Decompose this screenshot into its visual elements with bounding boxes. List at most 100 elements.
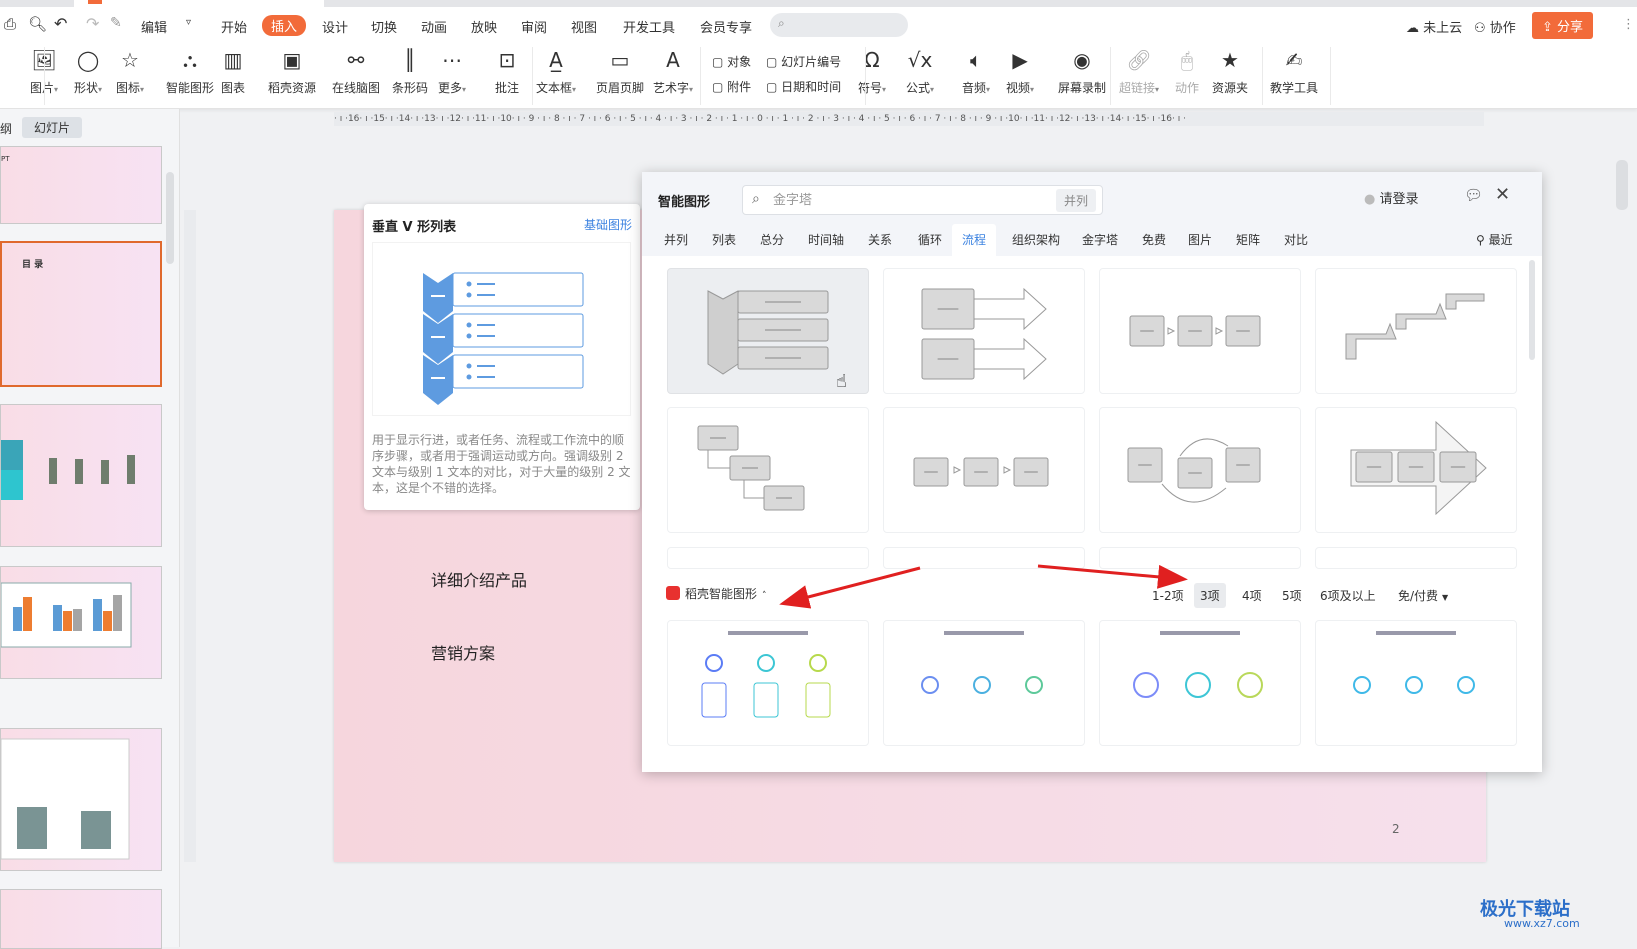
item-count-filter[interactable]: 4项 — [1236, 583, 1268, 608]
item-count-filter[interactable]: 3项 — [1194, 583, 1226, 608]
smartart-search[interactable]: ⌕ 并列 — [742, 185, 1103, 215]
smartart-tab[interactable]: 关系 — [858, 224, 902, 256]
share-button[interactable]: ⇪ 分享 — [1532, 12, 1594, 39]
slide-text-product[interactable]: 详细介绍产品 — [431, 567, 527, 591]
customize-chevron-icon[interactable]: ▿ — [186, 17, 191, 28]
menu-review[interactable]: 审阅 — [521, 17, 547, 36]
formula-button[interactable]: √x 公式▾ — [906, 47, 934, 96]
mindmap-button[interactable]: ⚯ 在线脑图 — [332, 47, 380, 96]
smartart-template-card[interactable] — [1315, 268, 1517, 394]
menu-transition[interactable]: 切换 — [371, 17, 397, 36]
header-footer-button[interactable]: ▭ 页眉页脚 — [596, 47, 644, 96]
editor-scrollbar[interactable] — [1616, 160, 1628, 210]
command-search[interactable]: ⌕ — [770, 13, 908, 37]
shape-button[interactable]: ◯ 形状▾ — [74, 47, 102, 96]
icon-button[interactable]: ☆ 图标▾ — [116, 47, 144, 96]
item-count-filter[interactable]: 6项及以上 — [1314, 583, 1382, 608]
docer-smartart-toggle[interactable]: 稻壳智能图形 ˄ — [666, 585, 767, 602]
smartart-tab[interactable]: 免费 — [1132, 224, 1176, 256]
item-count-filter[interactable]: 5项 — [1276, 583, 1308, 608]
docer-template-card[interactable] — [1315, 620, 1517, 746]
item-count-filter[interactable]: 1-2项 — [1146, 583, 1190, 608]
date-time-button[interactable]: ▢ 日期和时间 — [766, 78, 841, 95]
slide-thumbnail-1[interactable]: PT — [0, 146, 162, 224]
smartart-button[interactable]: ⛬ 智能图形 — [166, 47, 214, 96]
hyperlink-button[interactable]: 🔗︎ 超链接▾ — [1119, 47, 1159, 96]
docer-resource-button[interactable]: ▣ 稻壳资源 — [268, 47, 316, 96]
smartart-template-card[interactable] — [1099, 407, 1301, 533]
menu-start[interactable]: 开始 — [221, 17, 247, 36]
docer-template-card[interactable] — [667, 620, 869, 746]
more-options-icon[interactable]: ⋮ — [1622, 17, 1635, 32]
menu-insert[interactable]: 插入 — [262, 15, 307, 36]
redo-icon[interactable]: ↷ — [86, 14, 99, 33]
more-button[interactable]: ⋯ 更多▾ — [438, 47, 466, 96]
smartart-tab[interactable]: 流程 — [952, 224, 997, 256]
slide-text-marketing[interactable]: 营销方案 — [431, 640, 495, 664]
menu-developer[interactable]: 开发工具 — [623, 17, 675, 36]
smartart-tab[interactable]: 并列 — [654, 224, 698, 256]
print-preview-icon[interactable]: 🔍︎ — [28, 15, 47, 33]
docer-template-card[interactable] — [1099, 620, 1301, 746]
symbol-button[interactable]: Ω 符号▾ — [858, 47, 886, 96]
menu-view[interactable]: 视图 — [571, 17, 597, 36]
smartart-template-card[interactable] — [1099, 547, 1301, 569]
smartart-tab[interactable]: 矩阵 — [1226, 224, 1270, 256]
smartart-tab[interactable]: 循环 — [908, 224, 952, 256]
action-button[interactable]: 🖱︎ 动作 — [1174, 47, 1200, 96]
undo-icon[interactable]: ↶ — [54, 14, 67, 33]
smartart-tab[interactable]: 金字塔 — [1072, 224, 1128, 256]
smartart-template-card[interactable] — [883, 407, 1085, 533]
video-button[interactable]: ▶ 视频▾ — [1006, 47, 1034, 96]
thumbnail-scrollbar[interactable] — [166, 172, 174, 264]
menu-member[interactable]: 会员专享 — [700, 17, 752, 36]
slide-thumbnail-5[interactable] — [0, 728, 162, 871]
smartart-tab[interactable]: 时间轴 — [798, 224, 854, 256]
menu-slideshow[interactable]: 放映 — [471, 17, 497, 36]
comment-button[interactable]: ⊡ 批注 — [494, 47, 520, 96]
slide-number-button[interactable]: ▢ 幻灯片编号 — [766, 53, 841, 70]
category-link[interactable]: 基础图形 — [584, 216, 632, 233]
resource-folder-button[interactable]: ★ 资源夹 — [1212, 47, 1248, 96]
smartart-search-input[interactable] — [773, 191, 1023, 209]
smartart-tab[interactable]: 总分 — [750, 224, 794, 256]
smartart-tab[interactable]: 对比 — [1274, 224, 1318, 256]
recent-button[interactable]: ⚲ 最近 — [1476, 224, 1513, 256]
audio-button[interactable]: 🔈︎ 音频▾ — [962, 47, 990, 96]
docer-template-card[interactable] — [883, 620, 1085, 746]
print-icon[interactable]: ⎙ — [4, 15, 16, 33]
screen-record-button[interactable]: ◉ 屏幕录制 — [1058, 47, 1106, 96]
object-button[interactable]: ▢ 对象 — [712, 53, 751, 70]
slide-thumbnail-6[interactable] — [0, 889, 162, 949]
edit-menu[interactable]: 编辑 — [141, 17, 167, 36]
close-icon[interactable]: ✕ — [1495, 184, 1510, 205]
tab-outline[interactable]: 纲 — [0, 120, 12, 137]
wordart-button[interactable]: A 艺术字▾ — [653, 47, 693, 96]
tab-slides[interactable]: 幻灯片 — [22, 117, 83, 138]
smartart-template-card[interactable] — [1315, 547, 1517, 569]
smartart-template-card[interactable] — [883, 547, 1085, 569]
collaborate-button[interactable]: ⚇ 协作 — [1474, 17, 1516, 36]
smartart-template-card[interactable] — [667, 407, 869, 533]
textbox-button[interactable]: A̲ 文本框▾ — [536, 47, 576, 96]
barcode-button[interactable]: ║ 条形码 — [392, 47, 428, 96]
format-painter-icon[interactable]: ✎ — [110, 15, 122, 31]
slide-thumbnail-2[interactable]: 目 录 — [0, 241, 162, 387]
cloud-status[interactable]: ☁ 未上云 — [1406, 17, 1462, 36]
login-button[interactable]: ● 请登录 — [1364, 188, 1419, 207]
search-suggestion-tag[interactable]: 并列 — [1055, 189, 1096, 212]
attachment-button[interactable]: ▢ 附件 — [712, 78, 751, 95]
smartart-tab[interactable]: 图片 — [1178, 224, 1222, 256]
smartart-tab[interactable]: 列表 — [702, 224, 746, 256]
slide-thumbnail-4[interactable] — [0, 566, 162, 679]
menu-animation[interactable]: 动画 — [421, 17, 447, 36]
price-filter-dropdown[interactable]: 免/付费 ▼ — [1398, 587, 1448, 604]
dialog-scrollbar[interactable] — [1529, 260, 1535, 360]
smartart-tab[interactable]: 组织架构 — [1002, 224, 1070, 256]
slide-thumbnail-3[interactable] — [0, 404, 162, 547]
smartart-template-card[interactable] — [1099, 268, 1301, 394]
smartart-template-card[interactable] — [1315, 407, 1517, 533]
teaching-tools-button[interactable]: ✍ 教学工具 — [1270, 47, 1318, 96]
smartart-template-card[interactable] — [883, 268, 1085, 394]
chart-button[interactable]: ▥ 图表 — [220, 47, 246, 96]
